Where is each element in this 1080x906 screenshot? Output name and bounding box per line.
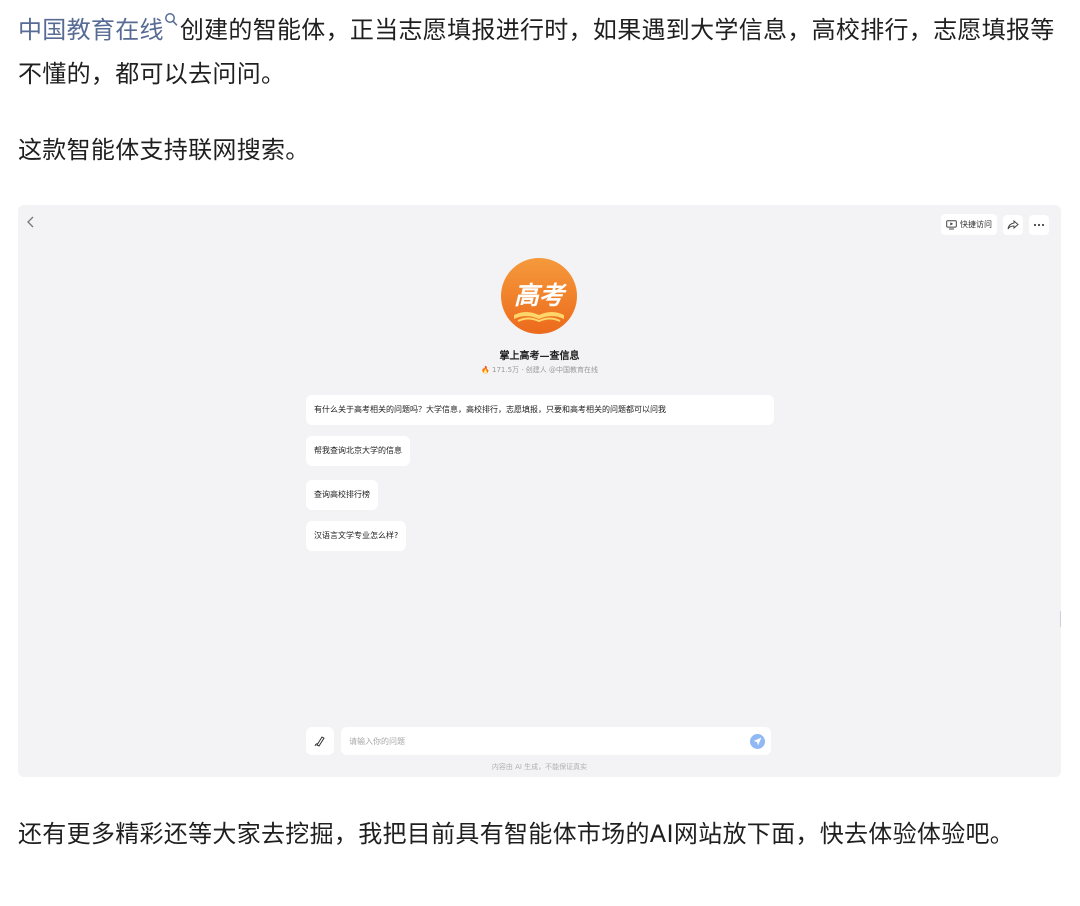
share-icon (1007, 219, 1019, 229)
scroll-handle[interactable] (1056, 611, 1061, 627)
creator-role: 创建人 (525, 366, 547, 374)
top-actions: 快捷访问 (941, 214, 1049, 235)
quick-access-button[interactable]: 快捷访问 (941, 214, 997, 235)
chevron-left-icon (27, 216, 34, 228)
send-icon (753, 737, 762, 746)
monitor-icon (946, 219, 957, 229)
ai-disclaimer: 内容由 AI 生成，不能保证真实 (491, 763, 588, 771)
bot-meta: 🔥 171.5万 · 创建人 @中国教育在线 (481, 366, 598, 374)
article-paragraph-3: 还有更多精彩还等大家去挖掘，我把目前具有智能体市场的AI网站放下面，快去体验体验… (18, 820, 1015, 848)
back-button[interactable] (24, 215, 38, 229)
share-button[interactable] (1003, 214, 1023, 235)
bot-name: 掌上高考—查信息 (499, 351, 580, 362)
users-count: 171.5万 (491, 366, 520, 374)
intro-message: 有什么关于高考相关的问题吗？大学信息，高校排行，志愿填报，只要和高考相关的问题都… (306, 395, 774, 425)
creator-link[interactable]: 中国教育在线 (18, 16, 164, 44)
quick-access-label: 快捷访问 (960, 220, 992, 229)
send-button[interactable] (750, 734, 765, 749)
creator-handle[interactable]: @中国教育在线 (549, 366, 598, 374)
more-icon (1033, 223, 1045, 226)
logo-text: 高考 (514, 281, 567, 310)
suggestion-chip[interactable]: 汉语言文学专业怎么样? (306, 521, 407, 551)
suggestion-chip[interactable]: 帮我查询北京大学的信息 (306, 436, 410, 466)
article-paragraph-1: 中国教育在线 创建的智能体，正当志愿填报进行时，如果遇到大学信息，高校排行，志愿填… (18, 8, 1064, 96)
article-paragraph-2: 这款智能体支持联网搜索。 (18, 136, 310, 164)
fire-icon: 🔥 (481, 366, 490, 374)
bot-avatar: 高考 (501, 258, 577, 334)
brush-tool-button[interactable] (306, 727, 334, 755)
question-input[interactable] (341, 727, 771, 755)
agent-chat-screenshot: 快捷访问 高考 掌上高考—查信息 🔥 171.5万 · 创建人 @中国教育在线 … (18, 205, 1061, 777)
more-button[interactable] (1029, 214, 1049, 235)
search-icon[interactable] (164, 12, 178, 28)
suggestion-chip[interactable]: 查询高校排行榜 (306, 480, 378, 510)
brush-icon (314, 736, 325, 747)
